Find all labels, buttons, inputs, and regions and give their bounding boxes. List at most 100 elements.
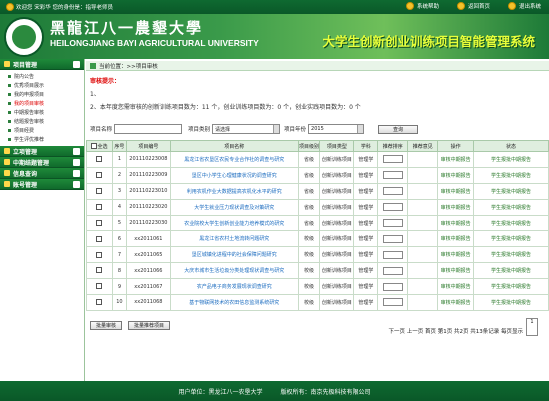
row-checkbox-cell[interactable] — [86, 262, 113, 280]
project-name-link[interactable]: 垦区中小学生心理健康状况的调查研究 — [169, 166, 299, 184]
project-type: 创新训练项目 — [319, 166, 355, 184]
review-action-link[interactable]: 审核中期报告 — [437, 151, 475, 168]
review-action-link[interactable]: 审核中期报告 — [437, 182, 475, 200]
opinion-cell — [407, 198, 439, 216]
rank-input[interactable] — [382, 282, 403, 291]
rank-input[interactable] — [382, 266, 403, 275]
project-name-input[interactable] — [114, 124, 183, 134]
project-name-link[interactable]: 垦区城镇化进程中的社会保障问题研究 — [169, 246, 299, 264]
project-status: 学生报批中期报告 — [473, 278, 549, 296]
top-bar: 欢迎您 宋彩华 您的身份是：指导老师员 系统帮助 返回首页 退出系统 — [0, 0, 549, 14]
rank-input[interactable] — [382, 234, 403, 243]
batch-review-button[interactable]: 批量审核 — [90, 321, 123, 330]
project-name-link[interactable]: 黑龙江省农垦区农民专业合作社的调查与研究 — [169, 151, 299, 168]
project-subject: 管理学 — [353, 214, 379, 232]
logout-link[interactable]: 退出系统 — [507, 2, 541, 10]
row-checkbox-cell[interactable] — [86, 214, 113, 232]
row-checkbox[interactable] — [96, 187, 103, 194]
sidebar-item-excellent[interactable]: 优秀项目展示 — [0, 81, 84, 90]
sidebar-item-my-review[interactable]: 我的项目审核 — [0, 99, 84, 108]
project-name-link[interactable]: 黑龙江省农村土地流转问题研究 — [169, 230, 299, 248]
footer-unit: 用户单位：黑龙江八一农垦大学 — [178, 388, 263, 396]
project-level: 省级 — [297, 166, 321, 184]
sidebar-item-midterm[interactable]: 中期报告审核 — [0, 108, 84, 117]
sidebar-group-query[interactable]: 信息查询 — [0, 168, 84, 179]
project-name-link[interactable]: 大庆市城市生活垃圾分类处理现状调查与研究 — [169, 262, 299, 280]
filter-bar: 项目名称 项目类别 请选择 项目年份 2015 查询 — [86, 121, 549, 137]
page-size-select[interactable]: 1 — [526, 318, 538, 336]
sidebar-group-account[interactable]: 账号管理 — [0, 179, 84, 190]
project-name-link[interactable]: 利用农机作业大数据提高农机化水平的研究 — [169, 182, 299, 200]
column-header: 项目级别 — [297, 140, 321, 152]
row-checkbox-cell[interactable] — [86, 198, 113, 216]
row-checkbox-cell[interactable] — [86, 182, 113, 200]
query-button[interactable]: 查询 — [378, 124, 419, 134]
review-action-link[interactable]: 审核中期报告 — [437, 214, 475, 232]
sidebar-group-setup[interactable]: 立项管理 — [0, 146, 84, 157]
review-action-link[interactable]: 审核中期报告 — [437, 262, 475, 280]
review-action-link[interactable]: 审核中期报告 — [437, 198, 475, 216]
project-level: 校级 — [297, 294, 321, 311]
folder-icon — [4, 148, 10, 154]
project-name-link[interactable]: 农业院校大学生创新创业能力培养模式的研究 — [169, 214, 299, 232]
project-name-link[interactable]: 农产品电子商务发展现状调查研究 — [169, 278, 299, 296]
review-action-link[interactable]: 审核中期报告 — [437, 230, 475, 248]
row-checkbox[interactable] — [96, 251, 103, 258]
row-checkbox-cell[interactable] — [86, 151, 113, 168]
rank-cell — [377, 151, 409, 168]
row-checkbox-cell[interactable] — [86, 246, 113, 264]
project-code: 201110223030 — [125, 214, 171, 232]
project-name-link[interactable]: 基于物联网技术的农田信息监测系统研究 — [169, 294, 299, 311]
project-status: 学生报批中期报告 — [473, 166, 549, 184]
sidebar-item-funding[interactable]: 项目经费 — [0, 126, 84, 135]
row-checkbox-cell[interactable] — [86, 278, 113, 296]
table-row: 7 xx2011065 垦区城镇化进程中的社会保障问题研究 校级 创新训练项目 管理学 审核… — [86, 246, 549, 264]
sidebar-item-announcement[interactable]: 院内公告 — [0, 72, 84, 81]
rank-cell — [377, 198, 409, 216]
folder-icon — [4, 181, 10, 187]
project-type: 创新训练项目 — [319, 230, 355, 248]
sidebar-item-conclusion[interactable]: 结题报告审核 — [0, 117, 84, 126]
sidebar-item-my-apply[interactable]: 我的申报项目 — [0, 90, 84, 99]
review-action-link[interactable]: 审核中期报告 — [437, 246, 475, 264]
project-level: 校级 — [297, 262, 321, 280]
home-link[interactable]: 返回首页 — [456, 2, 490, 10]
project-type: 创新训练项目 — [319, 182, 355, 200]
project-year-select[interactable]: 2015 — [308, 124, 365, 134]
row-checkbox[interactable] — [96, 203, 103, 210]
sidebar-group-project[interactable]: 项目管理 — [0, 59, 84, 70]
rank-input[interactable] — [382, 203, 403, 212]
row-checkbox-cell[interactable] — [86, 166, 113, 184]
sidebar-item-recommend[interactable]: 学生评优推荐 — [0, 135, 84, 144]
rank-cell — [377, 278, 409, 296]
rank-input[interactable] — [382, 171, 403, 180]
pagination[interactable]: 下一页 上一页 首页 第1页 共2页 共13条记录 每页显示 — [389, 327, 524, 335]
row-checkbox[interactable] — [96, 156, 103, 163]
rank-input[interactable] — [382, 250, 403, 259]
review-action-link[interactable]: 审核中期报告 — [437, 166, 475, 184]
review-hint: 审核提示： 1、 2、本年度您需审核的创新训练项目数为：11 个，创业训练项目数… — [90, 76, 361, 111]
row-checkbox[interactable] — [96, 172, 103, 179]
row-checkbox[interactable] — [96, 235, 103, 242]
row-checkbox-cell[interactable] — [86, 294, 113, 311]
rank-input[interactable] — [382, 219, 403, 227]
rank-input[interactable] — [382, 298, 403, 307]
row-checkbox[interactable] — [96, 267, 103, 274]
row-checkbox[interactable] — [96, 299, 103, 306]
review-action-link[interactable]: 审核中期报告 — [437, 294, 475, 311]
project-subject: 管理学 — [353, 262, 379, 280]
rank-cell — [377, 166, 409, 184]
project-type: 创新训练项目 — [319, 294, 355, 311]
sidebar-group-midterm[interactable]: 中期结题管理 — [0, 157, 84, 168]
row-checkbox-cell[interactable] — [86, 230, 113, 248]
rank-input[interactable] — [382, 187, 403, 196]
row-checkbox[interactable] — [96, 283, 103, 290]
help-link[interactable]: 系统帮助 — [405, 2, 439, 10]
project-type-select[interactable]: 请选择 — [212, 124, 281, 134]
select-all-header[interactable]: 全选 — [86, 140, 113, 152]
project-name-link[interactable]: 大学生就业压力现状调查及对策研究 — [169, 198, 299, 216]
review-action-link[interactable]: 审核中期报告 — [437, 278, 475, 296]
batch-recommend-button[interactable]: 批量推荐项目 — [128, 321, 171, 330]
rank-input[interactable] — [382, 155, 403, 164]
row-checkbox[interactable] — [96, 219, 103, 226]
